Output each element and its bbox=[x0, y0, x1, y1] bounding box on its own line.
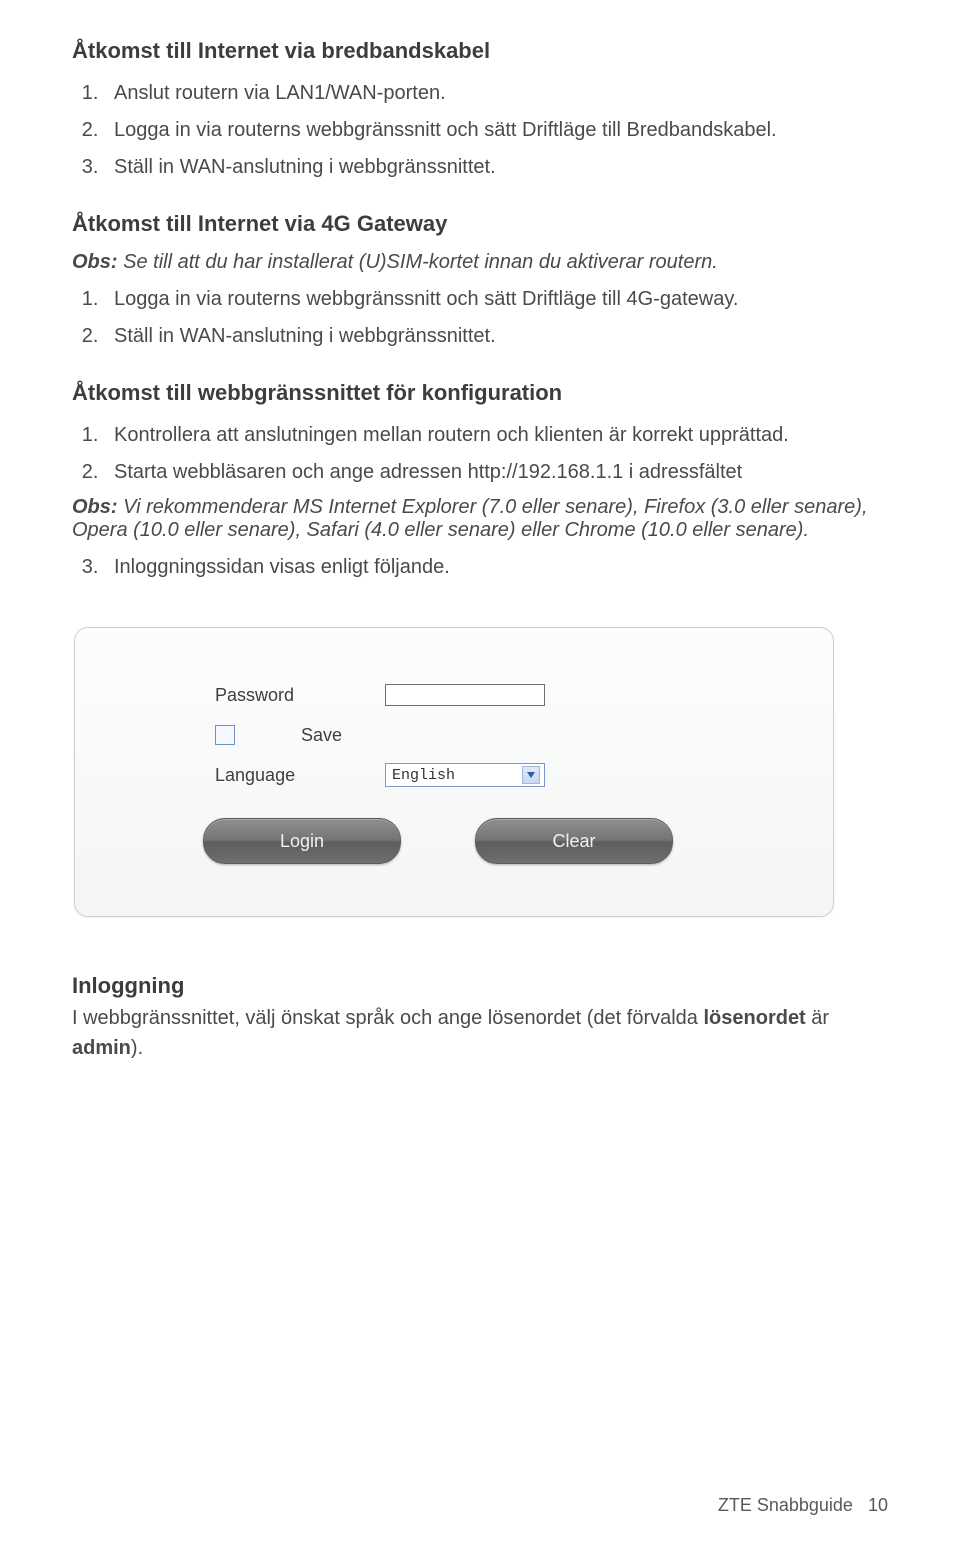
footer-label: ZTE Snabbguide bbox=[718, 1495, 853, 1515]
section-4g-list: Logga in via routerns webbgränssnitt och… bbox=[72, 284, 900, 352]
language-row: Language English bbox=[215, 760, 833, 790]
list-item: Kontrollera att anslutningen mellan rout… bbox=[104, 420, 900, 451]
footer-page: 10 bbox=[868, 1495, 888, 1515]
page-footer: ZTE Snabbguide 10 bbox=[718, 1495, 888, 1516]
inloggning-title: Inloggning bbox=[72, 973, 900, 999]
section-4g-title: Åtkomst till Internet via 4G Gateway bbox=[72, 211, 900, 237]
list-item: Inloggningssidan visas enligt följande. bbox=[104, 552, 900, 583]
chevron-down-icon bbox=[522, 766, 540, 784]
obs-text: Se till att du har installerat (U)SIM-ko… bbox=[118, 251, 718, 273]
password-input[interactable] bbox=[385, 684, 545, 706]
save-row: Save bbox=[215, 720, 833, 750]
language-value: English bbox=[392, 767, 455, 784]
login-button[interactable]: Login bbox=[203, 818, 401, 864]
list-item: Anslut routern via LAN1/WAN-porten. bbox=[104, 78, 900, 109]
list-item: Ställ in WAN-anslutning i webbgränssnitt… bbox=[104, 152, 900, 183]
obs-text: Vi rekommenderar MS Internet Explorer (7… bbox=[72, 496, 868, 541]
section-webui-list-post: Inloggningssidan visas enligt följande. bbox=[72, 552, 900, 583]
inloggning-text: I webbgränssnittet, välj önskat språk oc… bbox=[72, 1003, 900, 1063]
section-webui-list-pre: Kontrollera att anslutningen mellan rout… bbox=[72, 420, 900, 488]
list-item: Ställ in WAN-anslutning i webbgränssnitt… bbox=[104, 321, 900, 352]
text-part: är bbox=[806, 1007, 829, 1029]
list-item: Starta webbläsaren och ange adressen htt… bbox=[104, 457, 900, 488]
section-4g-obs: Obs: Se till att du har installerat (U)S… bbox=[72, 251, 900, 274]
save-checkbox[interactable] bbox=[215, 725, 235, 745]
section-webui-obs: Obs: Vi rekommenderar MS Internet Explor… bbox=[72, 496, 900, 542]
clear-button[interactable]: Clear bbox=[475, 818, 673, 864]
password-row: Password bbox=[215, 680, 833, 710]
save-label: Save bbox=[301, 725, 342, 746]
button-row: Login Clear bbox=[203, 818, 833, 864]
text-bold: lösenordet bbox=[703, 1007, 805, 1029]
language-select[interactable]: English bbox=[385, 763, 545, 787]
section-inloggning: Inloggning I webbgränssnittet, välj önsk… bbox=[72, 973, 900, 1063]
section-broadband-list: Anslut routern via LAN1/WAN-porten. Logg… bbox=[72, 78, 900, 183]
section-webui-title: Åtkomst till webbgränssnittet för konfig… bbox=[72, 380, 900, 406]
login-panel: Password Save Language English Login Cle… bbox=[74, 627, 834, 917]
section-broadband-title: Åtkomst till Internet via bredbandskabel bbox=[72, 38, 900, 64]
language-label: Language bbox=[215, 765, 385, 786]
obs-prefix: Obs: bbox=[72, 251, 118, 273]
text-part: ). bbox=[131, 1037, 143, 1059]
text-bold: admin bbox=[72, 1037, 131, 1059]
list-item: Logga in via routerns webbgränssnitt och… bbox=[104, 115, 900, 146]
obs-prefix: Obs: bbox=[72, 496, 118, 518]
text-part: I webbgränssnittet, välj önskat språk oc… bbox=[72, 1007, 703, 1029]
password-label: Password bbox=[215, 685, 385, 706]
list-item: Logga in via routerns webbgränssnitt och… bbox=[104, 284, 900, 315]
